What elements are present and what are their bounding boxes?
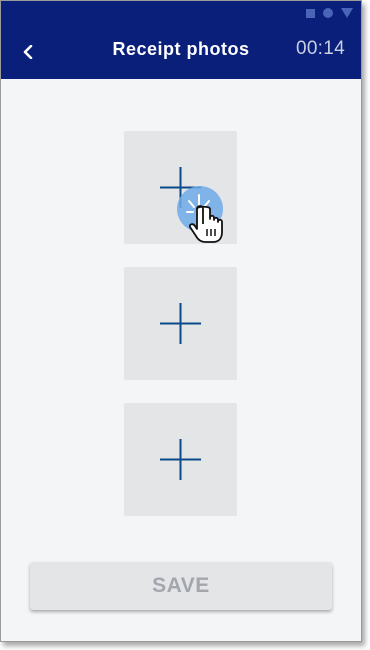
circle-icon: [323, 8, 333, 18]
square-icon: [306, 8, 315, 18]
status-bar: [1, 1, 361, 25]
photo-slot-3[interactable]: [124, 403, 237, 516]
photo-slot-2[interactable]: [124, 267, 237, 380]
timer: 00:14: [295, 38, 345, 59]
save-button[interactable]: SAVE: [30, 562, 332, 610]
hand-pointer-icon: [186, 194, 223, 243]
app-bar: Receipt photos 00:14: [1, 25, 361, 79]
plus-icon: [160, 439, 201, 480]
status-icons: [306, 8, 353, 18]
plus-icon: [160, 303, 201, 344]
phone-screen: Receipt photos 00:14 SAVE: [0, 0, 362, 642]
triangle-icon: [341, 8, 353, 18]
